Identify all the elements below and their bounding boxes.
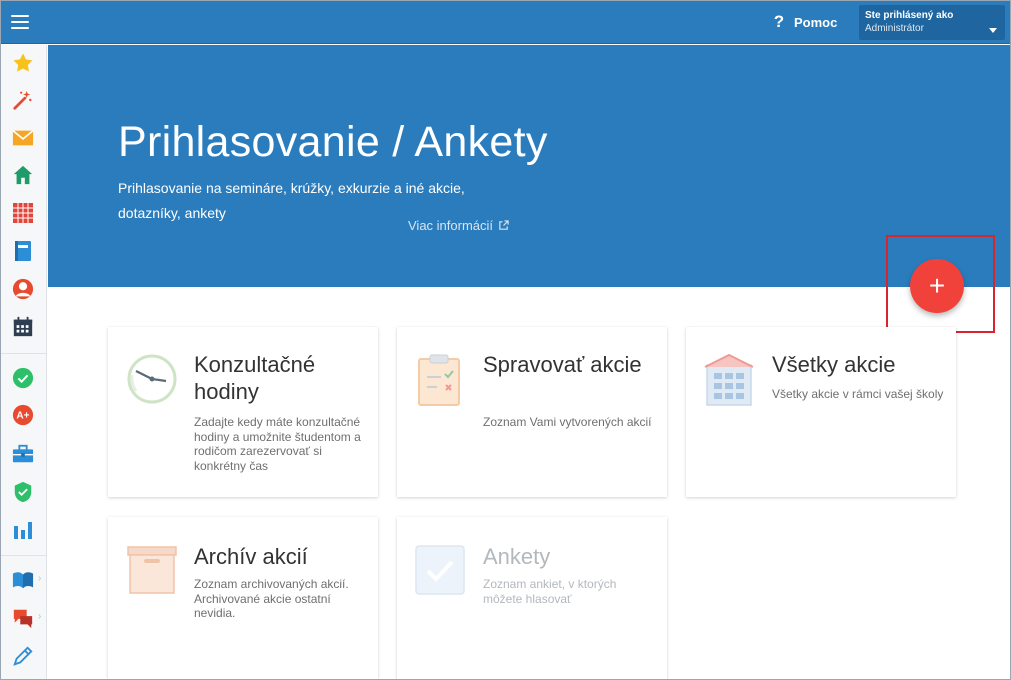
pen-icon[interactable] [10,643,36,669]
card-title: Spravovať akcie [483,352,642,377]
hero-banner: Prihlasovanie / Ankety Prihlasovanie na … [48,45,1010,287]
user-menu[interactable]: Ste prihlásený ako Administrátor [859,5,1005,40]
highlight-box [886,235,995,333]
help-icon: ? [773,12,785,31]
chevron-down-icon [989,28,997,33]
user-icon[interactable] [10,276,36,302]
user-caption: Ste prihlásený ako [865,10,954,21]
archive-box-icon [126,541,178,595]
menu-icon[interactable] [9,10,33,34]
mail-icon[interactable] [10,125,36,151]
more-info-label: Viac informácií [408,218,494,233]
card-archiv-akcii[interactable]: Archív akcií Zoznam archivovaných akcií.… [108,517,378,679]
home-icon[interactable] [10,162,36,188]
shield-check-icon[interactable] [10,479,36,505]
card-description: Zoznam archivovaných akcií. Archivované … [194,577,349,620]
chat-icon[interactable] [10,605,36,631]
card-spravovat-akcie[interactable]: Spravovať akcie Zoznam Vami vytvorených … [397,327,667,497]
top-bar: ? Pomoc Ste prihlásený ako Administrátor [1,1,1010,44]
external-link-icon [499,220,509,230]
user-role: Administrátor [865,23,924,34]
card-title: Ankety [483,544,551,569]
timetable-icon[interactable] [10,200,36,226]
card-description: Zadajte kedy máte konzultačné hodiny a u… [194,415,361,473]
book-icon[interactable] [10,567,36,593]
more-info-link[interactable]: Viac informácií [408,218,509,233]
calendar-icon[interactable] [10,314,36,340]
chevron-right-icon: › [38,573,42,584]
building-icon [704,353,756,407]
clock-icon [126,353,178,407]
card-konzultacne-hodiny[interactable]: Konzultačné hodiny Zadajte kedy máte kon… [108,327,378,497]
help-label: Pomoc [794,14,838,30]
card-ankety[interactable]: Ankety Zoznam ankiet, v ktorých môžete h… [397,517,667,679]
clipboard-icon [415,353,467,407]
card-description: Zoznam ankiet, v ktorých môžete hlasovať [483,577,617,606]
help-link[interactable]: ? Pomoc [773,12,838,32]
card-title: Konzultačné hodiny [194,352,316,404]
chart-icon[interactable] [10,517,36,543]
card-title: Všetky akcie [772,352,896,377]
page-title: Prihlasovanie / Ankety [118,118,548,166]
magic-wand-icon[interactable] [10,87,36,113]
sidebar: A+ › › [1,45,47,679]
grade-icon[interactable]: A+ [10,402,36,428]
chevron-right-icon: › [38,611,42,622]
svg-text:A+: A+ [16,411,29,422]
check-circle-icon[interactable] [10,365,36,391]
card-title: Archív akcií [194,544,308,569]
notebook-icon[interactable] [10,238,36,264]
card-vsetky-akcie[interactable]: Všetky akcie Všetky akcie v rámci vašej … [686,327,956,497]
app-window: ? Pomoc Ste prihlásený ako Administrátor [0,0,1011,680]
briefcase-icon[interactable] [10,441,36,467]
checkbox-icon [415,545,467,599]
card-description: Všetky akcie v rámci vašej školy [772,387,944,401]
star-icon[interactable] [10,50,36,76]
card-description: Zoznam Vami vytvorených akcií [483,415,652,429]
